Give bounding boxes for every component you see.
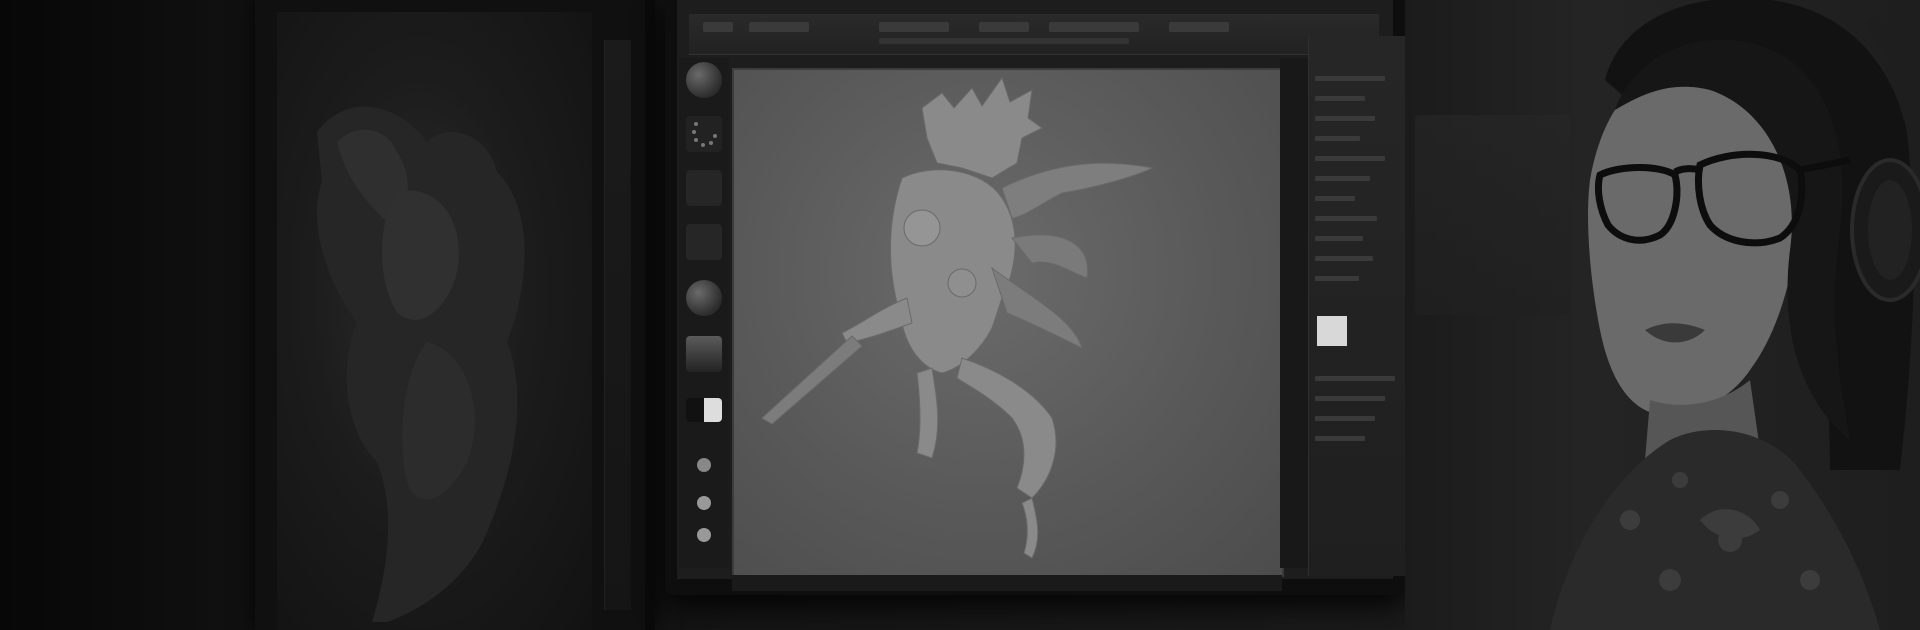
right-tool-shelf bbox=[1280, 58, 1308, 568]
left-monitor-screen bbox=[277, 12, 592, 630]
dragon-artwork bbox=[316, 106, 525, 623]
panel-row bbox=[1315, 96, 1365, 101]
panel-row bbox=[1315, 396, 1385, 401]
office-scene bbox=[0, 0, 1920, 630]
texture-icon bbox=[686, 224, 722, 260]
panel-row bbox=[1315, 436, 1365, 441]
color-preview-swatch bbox=[1317, 316, 1347, 346]
panel-row bbox=[1315, 216, 1377, 221]
left-monitor-sidebar bbox=[604, 40, 631, 610]
brush-sphere-icon bbox=[686, 62, 722, 98]
small-sphere-icon bbox=[697, 496, 711, 510]
sculpt-bottom-bar bbox=[732, 575, 1282, 591]
sculpt-figure-icon bbox=[761, 76, 1154, 559]
toolbar-chip bbox=[1169, 22, 1229, 32]
material-swatch-icon bbox=[686, 336, 722, 372]
person-icon bbox=[1550, 0, 1920, 630]
toolbar-slider bbox=[879, 38, 1129, 44]
panel-row bbox=[1315, 156, 1385, 161]
panel-row bbox=[1315, 116, 1375, 121]
small-sphere-icon bbox=[697, 528, 711, 542]
panel-row bbox=[1315, 76, 1385, 81]
panel-row bbox=[1315, 376, 1395, 381]
material-sphere-icon bbox=[686, 280, 722, 316]
small-sphere-icon bbox=[697, 458, 711, 472]
toolbar-chip bbox=[1049, 22, 1139, 32]
toolbar-chip bbox=[879, 22, 949, 32]
left-monitor bbox=[255, 0, 655, 630]
toolbar-chip bbox=[749, 22, 809, 32]
panel-row bbox=[1315, 136, 1360, 141]
panel-row bbox=[1315, 176, 1370, 181]
sculpt-subtool-panel bbox=[1308, 36, 1419, 576]
color-swatch-icon bbox=[686, 398, 722, 422]
stroke-dots-icon bbox=[686, 116, 722, 152]
panel-row bbox=[1315, 416, 1375, 421]
panel-row bbox=[1315, 256, 1373, 261]
toolbar-chip bbox=[979, 22, 1029, 32]
panel-row bbox=[1315, 196, 1355, 201]
panel-row bbox=[1315, 276, 1359, 281]
left-tool-shelf bbox=[679, 58, 729, 568]
panel-row bbox=[1315, 236, 1363, 241]
toolbar-chip bbox=[703, 22, 733, 32]
sculpt-app-toolbar bbox=[689, 14, 1379, 55]
alpha-icon bbox=[686, 170, 722, 206]
